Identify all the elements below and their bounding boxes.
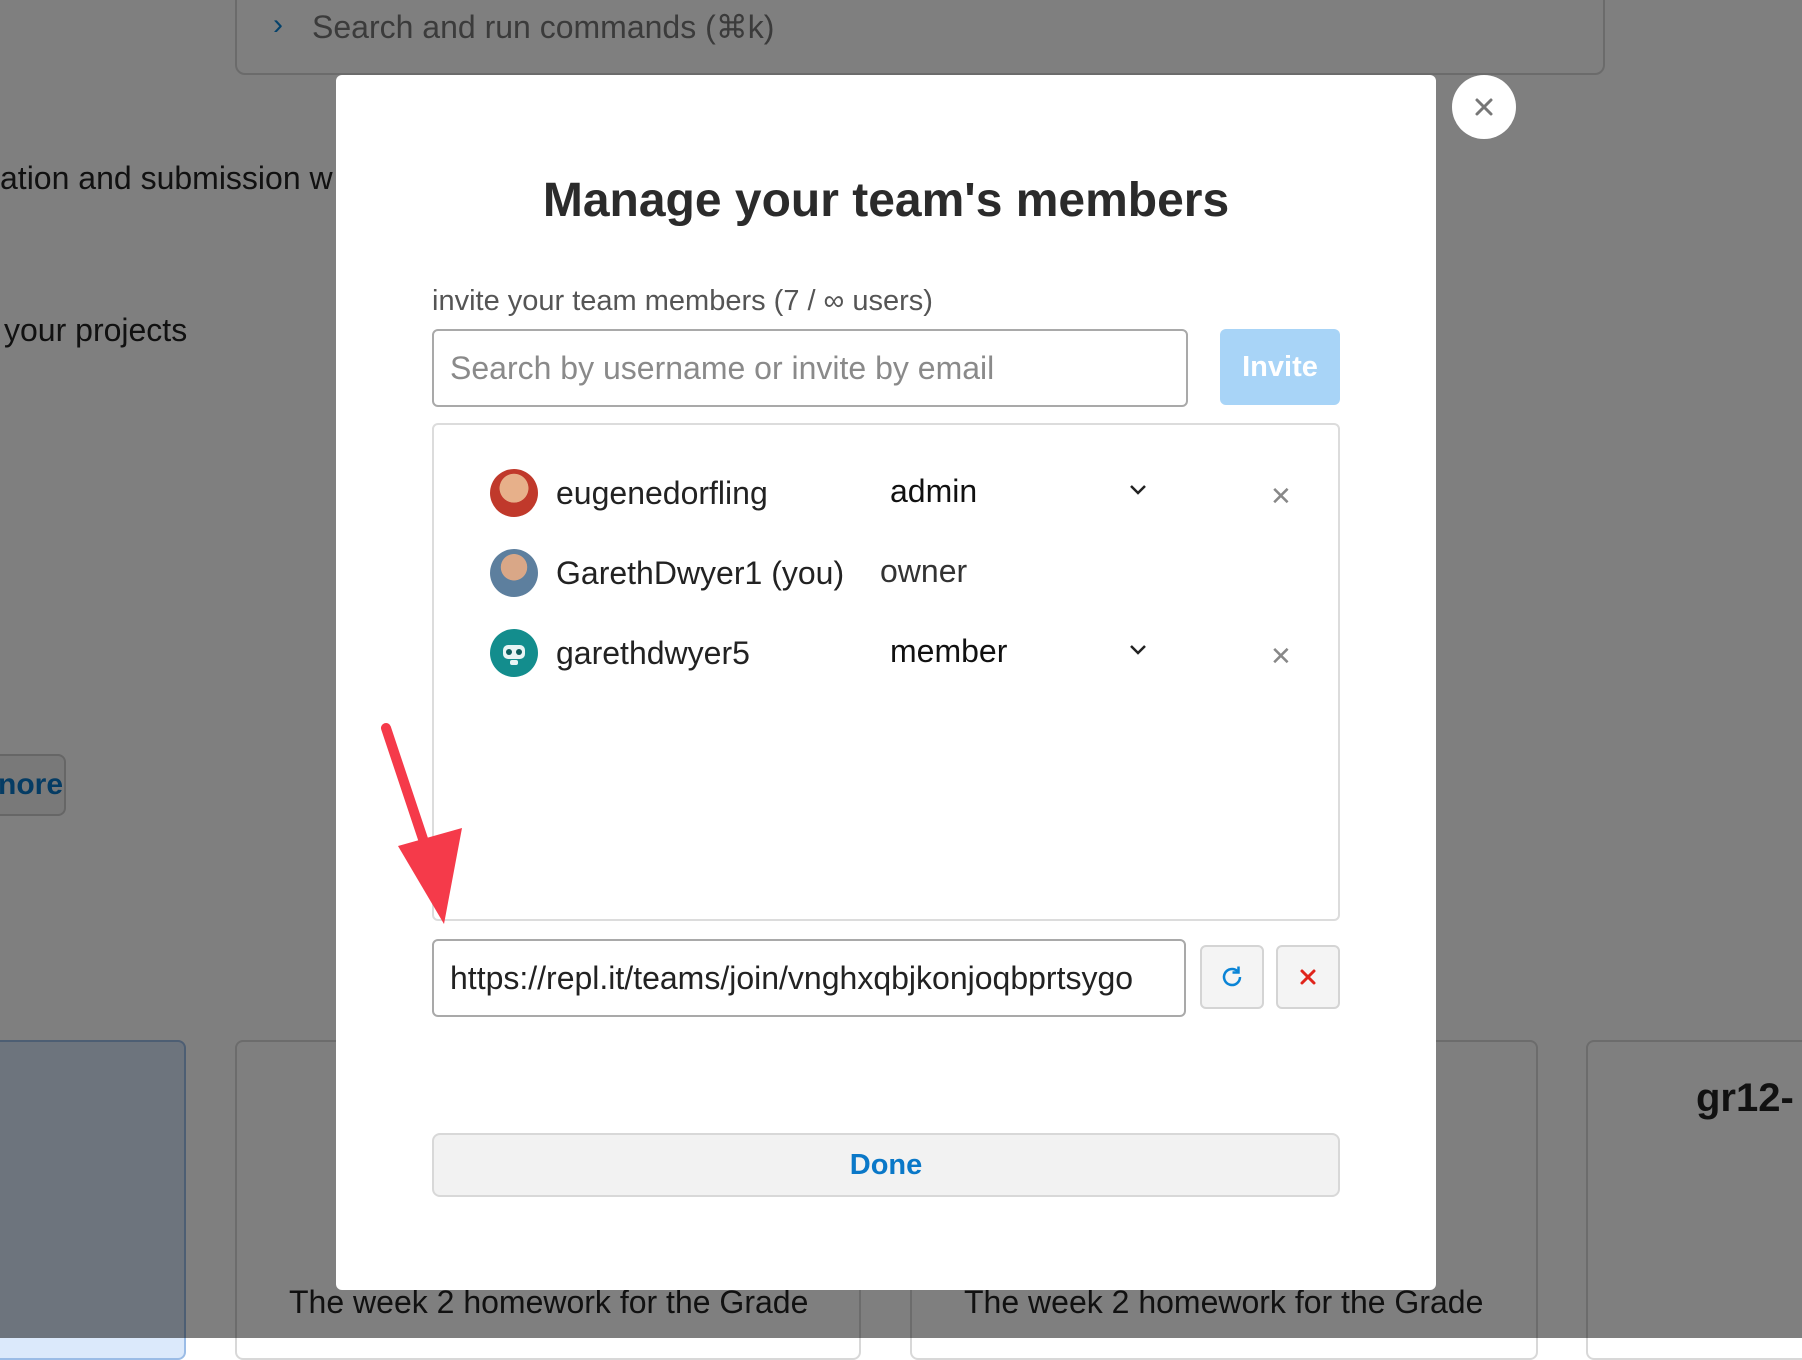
close-icon: [1475, 98, 1493, 116]
refresh-icon: [1222, 966, 1242, 987]
chevron-down-icon[interactable]: [1128, 483, 1148, 497]
role-label: owner: [880, 553, 968, 589]
list-item: eugenedorfling admin ✕: [434, 465, 1338, 525]
list-item: garethdwyer5 member ✕: [434, 625, 1338, 685]
avatar: [490, 549, 538, 597]
done-button[interactable]: Done: [432, 1133, 1340, 1197]
robot-icon: [503, 645, 525, 665]
modal-title: Manage your team's members: [542, 174, 1230, 227]
close-modal-button[interactable]: [1452, 75, 1516, 139]
avatar: [490, 629, 538, 677]
chevron-down-icon[interactable]: [1128, 643, 1148, 657]
manage-members-modal: Manage your team's members invite your t…: [336, 75, 1436, 1290]
remove-member-button[interactable]: ✕: [1270, 481, 1292, 512]
member-name: GarethDwyer1 (you): [556, 555, 845, 591]
regenerate-link-button[interactable]: [1200, 945, 1264, 1009]
invite-button[interactable]: Invite: [1220, 329, 1340, 405]
list-item: GarethDwyer1 (you) owner: [434, 545, 1338, 605]
annotation-arrow-icon: [381, 723, 462, 924]
members-list: eugenedorfling admin ✕ GarethDwyer1 (you…: [432, 423, 1340, 921]
member-name: garethdwyer5: [556, 635, 750, 671]
search-input[interactable]: [432, 329, 1188, 407]
invite-label: invite your team members (7 / ∞ users): [432, 285, 933, 317]
avatar: [490, 469, 538, 517]
role-select[interactable]: member: [890, 633, 1007, 670]
delete-link-button[interactable]: [1276, 945, 1340, 1009]
role-select[interactable]: admin: [890, 473, 977, 510]
close-icon: [1300, 969, 1316, 985]
remove-member-button[interactable]: ✕: [1270, 641, 1292, 672]
member-name: eugenedorfling: [556, 475, 768, 511]
invite-link-field[interactable]: [432, 939, 1186, 1017]
